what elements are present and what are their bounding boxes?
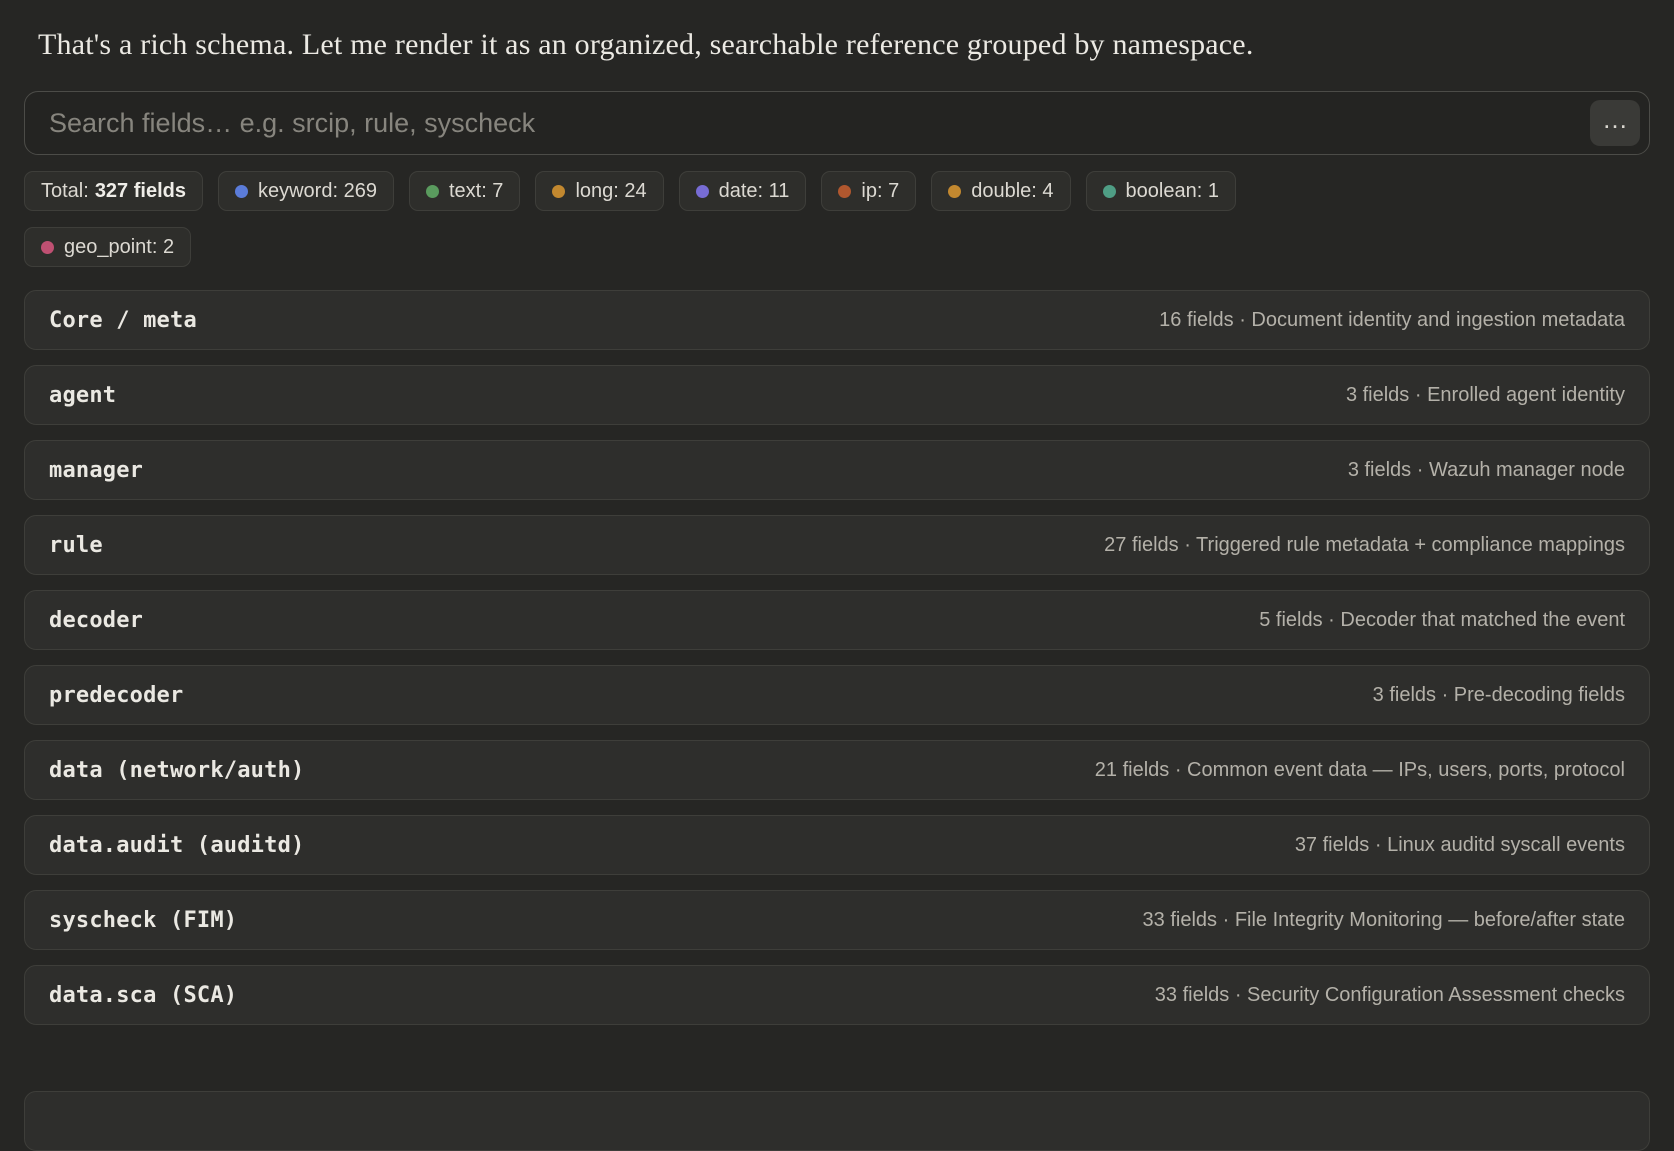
total-fields-label: Total: (41, 180, 89, 203)
namespace-row[interactable]: agent 3 fields · Enrolled agent identity (24, 365, 1650, 425)
namespace-name: rule (49, 533, 103, 558)
type-badge-label: long: 24 (575, 180, 646, 203)
namespace-row[interactable]: syscheck (FIM) 33 fields · File Integrit… (24, 890, 1650, 950)
type-badge[interactable]: keyword: 269 (218, 171, 394, 211)
namespace-name: agent (49, 383, 116, 408)
type-color-dot (948, 185, 961, 198)
namespace-name: syscheck (FIM) (49, 908, 237, 933)
type-badge-label: geo_point: 2 (64, 236, 174, 259)
namespace-summary: 33 fields · File Integrity Monitoring — … (1143, 909, 1625, 932)
type-badge-label: ip: 7 (861, 180, 899, 203)
namespace-summary: 27 fields · Triggered rule metadata + co… (1104, 534, 1625, 557)
namespace-summary: 33 fields · Security Configuration Asses… (1155, 984, 1625, 1007)
search-options-button[interactable]: … (1590, 100, 1640, 146)
namespace-name: data.sca (SCA) (49, 983, 237, 1008)
namespace-name: Core / meta (49, 308, 197, 333)
namespace-name: predecoder (49, 683, 183, 708)
type-badge[interactable]: double: 4 (931, 171, 1070, 211)
search-input[interactable] (49, 108, 1590, 139)
namespace-row[interactable]: manager 3 fields · Wazuh manager node (24, 440, 1650, 500)
namespace-row[interactable]: predecoder 3 fields · Pre-decoding field… (24, 665, 1650, 725)
namespace-row[interactable]: Core / meta 16 fields · Document identit… (24, 290, 1650, 350)
namespace-summary: 3 fields · Wazuh manager node (1348, 459, 1625, 482)
type-color-dot (1103, 185, 1116, 198)
namespace-row[interactable]: decoder 5 fields · Decoder that matched … (24, 590, 1650, 650)
type-badges-row-1: Total: 327 fields keyword: 269 text: 7 lon… (24, 171, 1650, 211)
type-badge-label: keyword: 269 (258, 180, 377, 203)
type-color-dot (426, 185, 439, 198)
schema-reference-page: That's a rich schema. Let me render it a… (0, 0, 1674, 1151)
namespace-list: Core / meta 16 fields · Document identit… (24, 290, 1650, 1025)
type-badge-label: text: 7 (449, 180, 503, 203)
type-color-dot (41, 241, 54, 254)
namespace-summary: 5 fields · Decoder that matched the even… (1259, 609, 1625, 632)
type-badge-label: double: 4 (971, 180, 1053, 203)
namespace-summary: 21 fields · Common event data — IPs, use… (1095, 759, 1625, 782)
type-badge[interactable]: geo_point: 2 (24, 227, 191, 267)
type-badge[interactable]: text: 7 (409, 171, 520, 211)
intro-text: That's a rich schema. Let me render it a… (38, 22, 1318, 67)
total-fields-value: 327 fields (95, 180, 186, 203)
namespace-name: data (network/auth) (49, 758, 304, 783)
type-color-dot (552, 185, 565, 198)
namespace-name: decoder (49, 608, 143, 633)
search-bar: … (24, 91, 1650, 155)
namespace-summary: 3 fields · Enrolled agent identity (1346, 384, 1625, 407)
namespace-summary: 37 fields · Linux auditd syscall events (1295, 834, 1625, 857)
type-badge-label: boolean: 1 (1126, 180, 1219, 203)
type-badge-label: date: 11 (719, 180, 790, 203)
type-badge[interactable]: boolean: 1 (1086, 171, 1236, 211)
namespace-row-partial[interactable] (24, 1091, 1650, 1151)
total-fields-badge[interactable]: Total: 327 fields (24, 171, 203, 211)
namespace-row[interactable]: rule 27 fields · Triggered rule metadata… (24, 515, 1650, 575)
type-badges-row-2: geo_point: 2 (24, 227, 1650, 267)
namespace-name: manager (49, 458, 143, 483)
namespace-summary: 3 fields · Pre-decoding fields (1373, 684, 1625, 707)
type-badge[interactable]: ip: 7 (821, 171, 916, 211)
namespace-row[interactable]: data.audit (auditd) 37 fields · Linux au… (24, 815, 1650, 875)
type-color-dot (838, 185, 851, 198)
type-badge[interactable]: long: 24 (535, 171, 663, 211)
type-color-dot (235, 185, 248, 198)
ellipsis-icon: … (1602, 106, 1628, 132)
type-badge[interactable]: date: 11 (679, 171, 807, 211)
namespace-summary: 16 fields · Document identity and ingest… (1159, 309, 1625, 332)
namespace-name: data.audit (auditd) (49, 833, 304, 858)
namespace-row[interactable]: data.sca (SCA) 33 fields · Security Conf… (24, 965, 1650, 1025)
namespace-row[interactable]: data (network/auth) 21 fields · Common e… (24, 740, 1650, 800)
type-color-dot (696, 185, 709, 198)
